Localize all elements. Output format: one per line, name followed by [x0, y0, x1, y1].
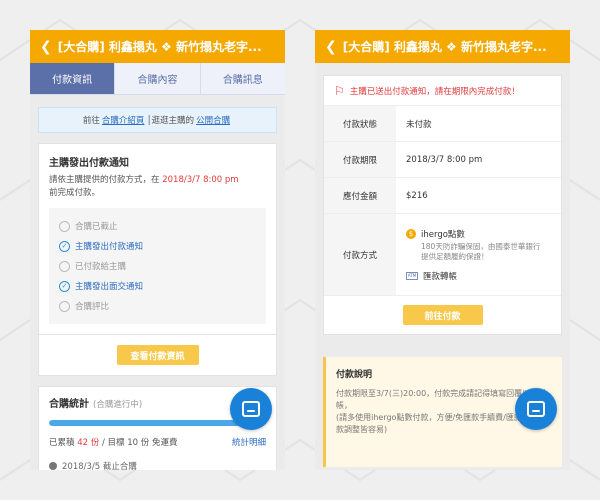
atm-icon: ATM: [406, 271, 418, 280]
status-value: 未付款: [406, 119, 432, 130]
step-closed: 合購已截止: [59, 216, 256, 236]
payment-notice-desc: 請依主購提供的付款方式，在 2018/3/7 8:00 pm 前完成付款。: [49, 174, 266, 200]
summary-suffix: / 目標 10 份 免運費: [101, 438, 178, 448]
accumulated-count: 42 份: [77, 438, 100, 448]
page-title: [大合購] 利鑫搨丸 ❖ 新竹搨丸老字...: [342, 40, 547, 54]
method-key: 付款方式: [324, 214, 396, 295]
go-pay-wrap: 前往付款: [324, 296, 561, 334]
step-label: 主購發出面交通知: [75, 282, 144, 292]
stats-detail-link[interactable]: 統計明細: [232, 436, 266, 448]
deadline-text: 2018/3/7 8:00 pm: [162, 175, 239, 185]
opt1-sub: 180天防詐騙保固，由國泰世華銀行提供足額履約保證！: [421, 241, 541, 261]
tab-payment-info[interactable]: 付款資訊: [30, 63, 116, 94]
method-options: $ ihergo點數 180天防詐騙保固，由國泰世華銀行提供足額履約保證！ AT…: [396, 214, 561, 295]
deadline-row: 2018/3/5 截止合購: [49, 460, 266, 470]
step-meetup-notice: ✓ 主購發出面交通知: [59, 276, 256, 296]
clock-icon: [49, 462, 57, 470]
check-circle-icon: ✓: [59, 280, 70, 292]
progress-fill: [49, 420, 260, 426]
alert-text: 主購已送出付款通知，請在期限內完成付款！: [349, 86, 520, 97]
row-payment-status: 付款狀態 未付款: [324, 106, 561, 142]
step-rating: 合購評比: [59, 296, 256, 316]
tab-group-content[interactable]: 合購內容: [115, 63, 201, 94]
header-bar: ❮ [大合購] 利鑫搨丸 ❖ 新竹搨丸老字...: [30, 30, 285, 63]
step-label: 主購發出付款通知: [75, 242, 144, 252]
progress-steps: 合購已截止 ✓ 主購發出付款通知 已付款給主購 ✓ 主購發出面交通知 合購評比: [49, 208, 266, 324]
tab-bar: 付款資訊 合購內容 合購訊息: [30, 63, 285, 95]
option-bank-transfer[interactable]: ATM 匯款轉帳: [406, 270, 457, 282]
row-payment-method: 付款方式 $ ihergo點數 180天防詐騙保固，由國泰世華銀行提供足額履約保…: [324, 214, 561, 296]
stats-summary-row: 已累積 42 份 / 目標 10 份 免運費 統計明細: [49, 436, 266, 448]
payment-notice-title: 主購發出付款通知: [49, 158, 129, 169]
step-circle-icon: [59, 260, 70, 272]
tab-group-messages[interactable]: 合購訊息: [200, 63, 285, 94]
lightbulb-icon: ⚐: [334, 83, 345, 98]
intro-notice: 前往 合購介紹頁 │逛逛主購的 公開合購: [38, 107, 277, 133]
stats-summary: 已累積 42 份 / 目標 10 份 免運費: [49, 436, 177, 448]
go-to-payment-button[interactable]: 前往付款: [402, 305, 483, 325]
payment-notice-card: 主購發出付款通知 請依主購提供的付款方式，在 2018/3/7 8:00 pm …: [38, 143, 277, 335]
summary-prefix: 已累積: [49, 438, 75, 448]
back-chevron-icon[interactable]: ❮: [325, 39, 337, 55]
back-chevron-icon[interactable]: ❮: [40, 39, 52, 55]
chat-fab-button[interactable]: [230, 388, 272, 430]
option-ihergo-points[interactable]: $ ihergo點數 180天防詐騙保固，由國泰世華銀行提供足額履約保證！: [406, 228, 541, 262]
closing-date: 2018/3/5 截止合購: [62, 462, 137, 470]
step-payment-notice: ✓ 主購發出付款通知: [59, 236, 256, 256]
desc-suffix: 前完成付款。: [49, 188, 101, 198]
deadline-value: 2018/3/7 8:00 pm: [406, 154, 483, 165]
view-payment-info-button[interactable]: 查看付款資訊: [116, 345, 199, 365]
chat-fab-button[interactable]: [515, 388, 557, 430]
coin-icon: $: [406, 228, 416, 239]
opt2-label: 匯款轉帳: [423, 271, 458, 282]
header-bar: ❮ [大合購] 利鑫搨丸 ❖ 新竹搨丸老字...: [315, 30, 570, 63]
view-payment-wrap: 查看付款資訊: [38, 335, 277, 376]
step-circle-icon: [59, 220, 70, 232]
amount-value: $216: [406, 190, 428, 201]
chat-icon: [527, 401, 545, 417]
payment-detail-card: ⚐ 主購已送出付款通知，請在期限內完成付款！ 付款狀態 未付款 付款期限 201…: [323, 75, 562, 335]
step-paid: 已付款給主購: [59, 256, 256, 276]
stats-status: (合購進行中): [93, 400, 143, 410]
stats-title: 合購統計: [49, 399, 89, 410]
opt1-label: ihergo點數: [421, 229, 465, 240]
notice-prefix: 前往: [82, 116, 100, 126]
left-phone-screen: ❮ [大合購] 利鑫搨丸 ❖ 新竹搨丸老字... 付款資訊 合購內容 合購訊息 …: [30, 30, 285, 470]
chat-icon: [242, 401, 260, 417]
right-phone-screen: ❮ [大合購] 利鑫搨丸 ❖ 新竹搨丸老字... ⚐ 主購已送出付款通知，請在期…: [315, 30, 570, 470]
page-title: [大合購] 利鑫搨丸 ❖ 新竹搨丸老字...: [57, 40, 262, 54]
status-key: 付款狀態: [324, 106, 396, 141]
amount-key: 應付金額: [324, 178, 396, 213]
step-label: 已付款給主購: [75, 262, 127, 272]
step-label: 合購評比: [75, 302, 110, 312]
intro-page-link[interactable]: 合購介紹頁: [102, 114, 145, 126]
row-payment-deadline: 付款期限 2018/3/7 8:00 pm: [324, 142, 561, 178]
check-circle-icon: ✓: [59, 240, 70, 252]
explain-title: 付款說明: [336, 370, 373, 380]
deadline-key: 付款期限: [324, 142, 396, 177]
notice-middle: │逛逛主購的: [146, 116, 195, 126]
step-label: 合購已截止: [75, 222, 118, 232]
payment-alert: ⚐ 主購已送出付款通知，請在期限內完成付款！: [324, 76, 561, 106]
desc-prefix: 請依主購提供的付款方式，在: [49, 175, 160, 185]
row-amount-due: 應付金額 $216: [324, 178, 561, 214]
step-circle-icon: [59, 300, 70, 312]
public-group-link[interactable]: 公開合購: [196, 114, 230, 126]
